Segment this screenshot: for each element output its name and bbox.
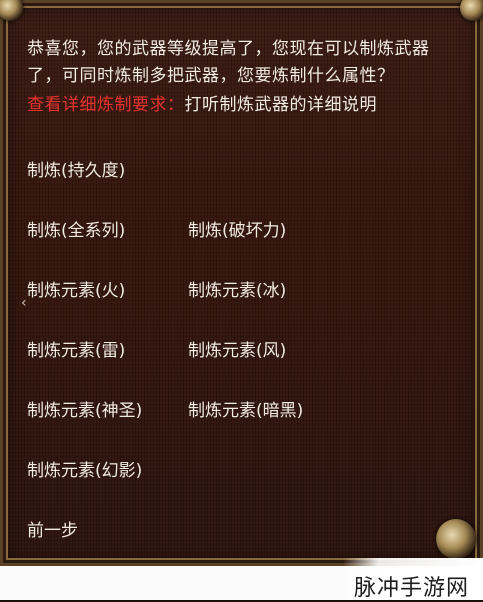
- option-element-dark[interactable]: 制炼元素(暗黑): [188, 396, 303, 421]
- detail-requirements-line: 查看详细炼制要求：打听制炼武器的详细说明: [27, 92, 377, 119]
- option-element-thunder[interactable]: 制炼元素(雷): [27, 336, 125, 361]
- frame-ornament-icon: [460, 0, 483, 21]
- watermark-text: 脉冲手游网: [353, 576, 469, 601]
- option-element-holy[interactable]: 制炼元素(神圣): [27, 396, 142, 421]
- dialog-text-line-1: 恭喜您，您的武器等级提高了，您现在可以制炼武器: [27, 39, 430, 59]
- close-orb-icon[interactable]: [436, 519, 476, 559]
- option-element-phantom[interactable]: 制炼元素(幻影): [27, 456, 142, 481]
- frame-ornament-icon: [0, 0, 23, 21]
- option-all-series[interactable]: 制炼(全系列): [27, 216, 125, 241]
- option-element-fire[interactable]: 制炼元素(火): [27, 276, 125, 301]
- npc-dialog-panel: 恭喜您，您的武器等级提高了，您现在可以制炼武器 了，可同时炼制多把武器，您要炼制…: [0, 0, 483, 566]
- option-element-ice[interactable]: 制炼元素(冰): [188, 276, 286, 301]
- option-destruction[interactable]: 制炼(破坏力): [188, 216, 286, 241]
- chevron-left-icon[interactable]: ‹: [21, 295, 27, 311]
- dialog-text-line-2: 了，可同时炼制多把武器，您要炼制什么属性？: [27, 66, 395, 86]
- back-button[interactable]: 前一步: [27, 516, 78, 541]
- option-element-wind[interactable]: 制炼元素(风): [188, 336, 286, 361]
- option-durability[interactable]: 制炼(持久度): [27, 156, 125, 181]
- detail-requirements-link[interactable]: 打听制炼武器的详细说明: [185, 95, 378, 115]
- detail-requirements-label: 查看详细炼制要求：: [27, 95, 185, 115]
